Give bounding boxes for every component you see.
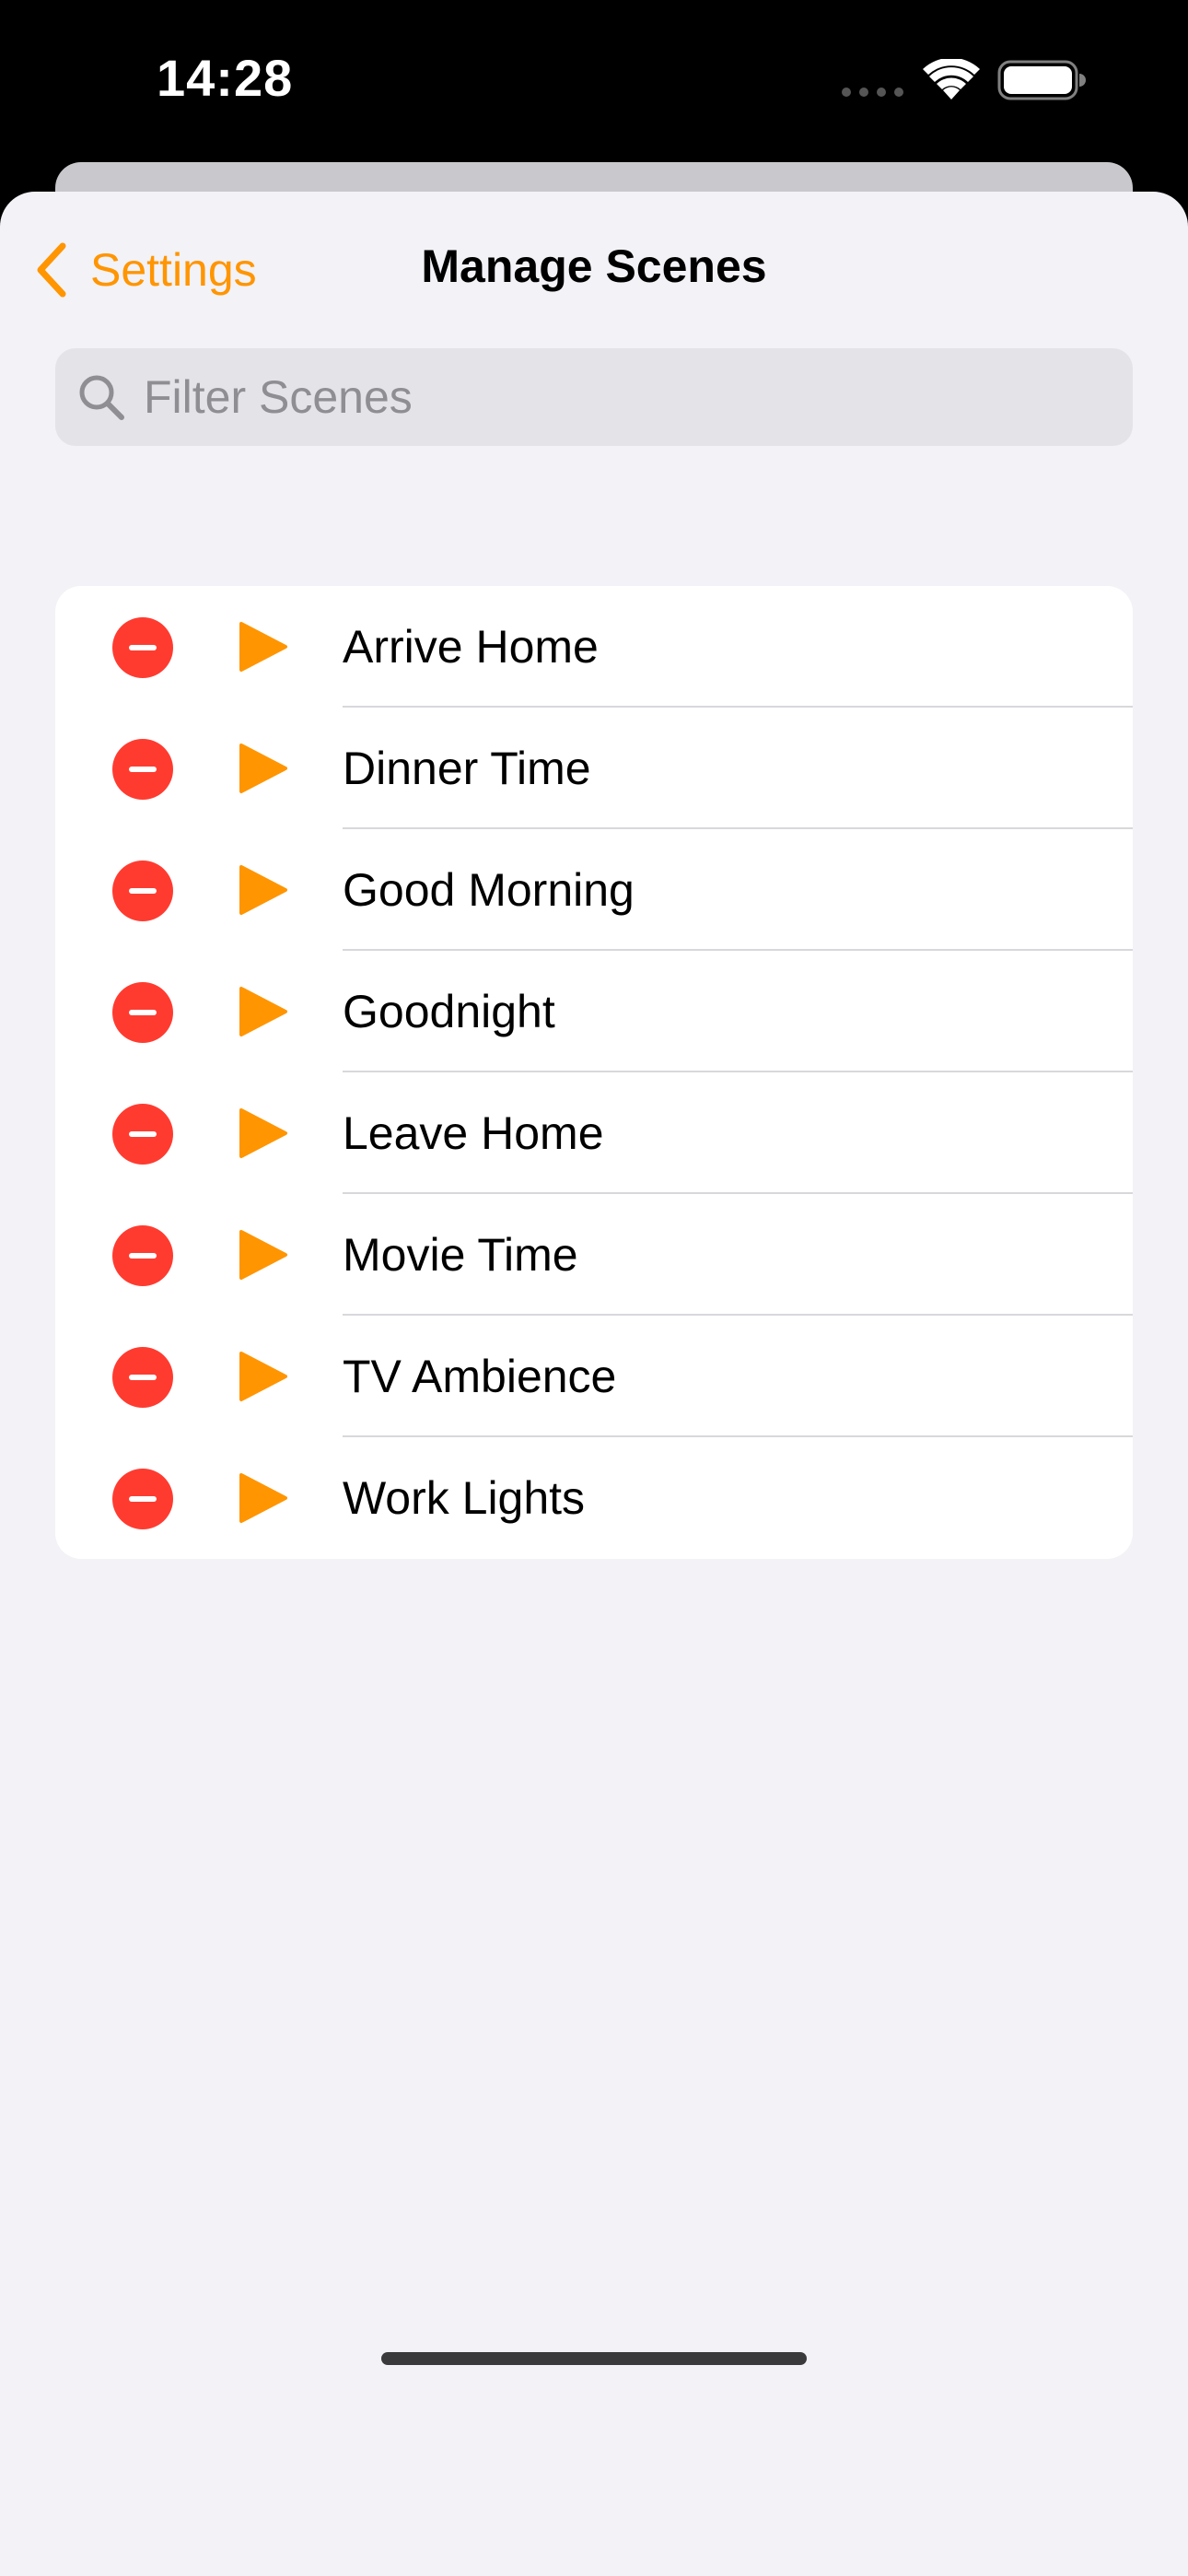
scene-name: Work Lights — [343, 1472, 586, 1524]
search-input[interactable] — [142, 369, 1066, 425]
delete-icon[interactable] — [112, 1469, 173, 1529]
list-item[interactable]: Work Lights — [55, 1437, 1133, 1559]
play-icon[interactable] — [238, 1229, 287, 1281]
home-indicator[interactable] — [381, 2352, 807, 2365]
signal-dots-icon — [842, 88, 903, 97]
play-icon[interactable] — [238, 1472, 287, 1524]
scenes-list: Arrive Home Dinner Time Good Morning Goo… — [55, 586, 1133, 1559]
play-icon[interactable] — [238, 743, 287, 794]
delete-icon[interactable] — [112, 739, 173, 800]
search-field[interactable] — [55, 348, 1133, 446]
play-icon[interactable] — [238, 864, 287, 916]
delete-icon[interactable] — [112, 1347, 173, 1408]
list-item[interactable]: TV Ambience — [55, 1316, 1133, 1437]
list-item[interactable]: Movie Time — [55, 1194, 1133, 1316]
scene-name: TV Ambience — [343, 1351, 617, 1402]
list-item[interactable]: Goodnight — [55, 951, 1133, 1072]
battery-icon — [997, 60, 1086, 100]
scene-name: Leave Home — [343, 1107, 604, 1159]
wifi-icon — [923, 59, 980, 100]
search-icon — [79, 375, 124, 420]
delete-icon[interactable] — [112, 1225, 173, 1286]
list-item[interactable]: Leave Home — [55, 1072, 1133, 1194]
delete-icon[interactable] — [112, 861, 173, 921]
manage-scenes-sheet: Settings Manage Scenes Arrive Home — [0, 192, 1188, 2576]
scene-name: Good Morning — [343, 864, 635, 916]
play-icon[interactable] — [238, 1107, 287, 1159]
scene-name: Dinner Time — [343, 743, 591, 794]
scene-name: Movie Time — [343, 1229, 578, 1281]
list-item[interactable]: Arrive Home — [55, 586, 1133, 708]
list-item[interactable]: Dinner Time — [55, 708, 1133, 829]
page-title: Manage Scenes — [421, 240, 767, 292]
delete-icon[interactable] — [112, 1104, 173, 1165]
status-bar: 14:28 — [0, 0, 1188, 166]
scene-name: Arrive Home — [343, 621, 599, 673]
play-icon[interactable] — [238, 986, 287, 1037]
list-item[interactable]: Good Morning — [55, 829, 1133, 951]
play-icon[interactable] — [238, 621, 287, 673]
delete-icon[interactable] — [112, 617, 173, 678]
play-icon[interactable] — [238, 1351, 287, 1402]
scene-name: Goodnight — [343, 986, 555, 1037]
delete-icon[interactable] — [112, 982, 173, 1043]
status-time: 14:28 — [157, 49, 294, 107]
